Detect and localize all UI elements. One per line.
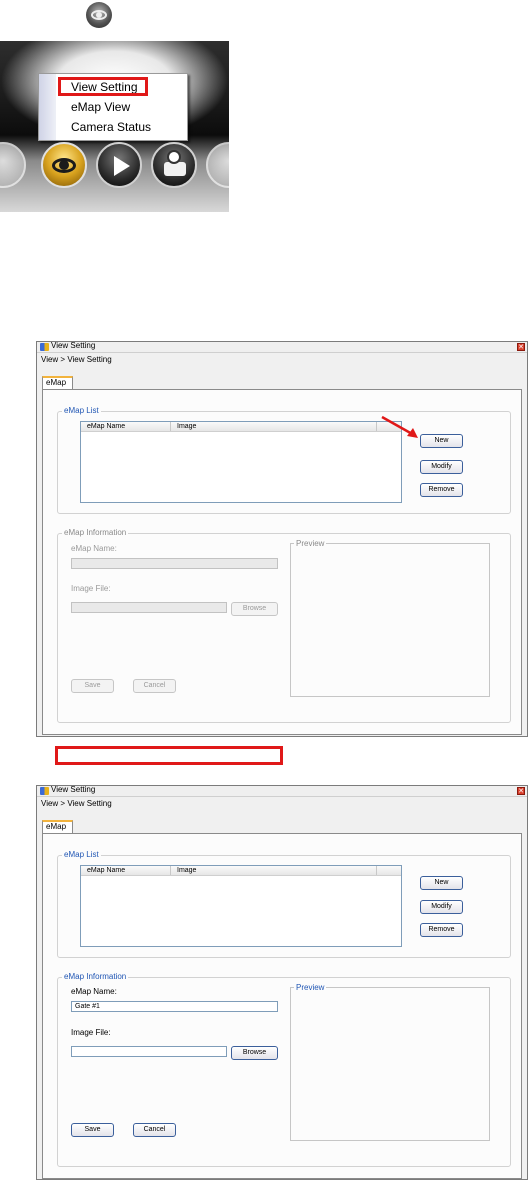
column-image[interactable]: Image <box>171 866 377 875</box>
list-header: eMap Name Image <box>81 422 401 432</box>
modify-button[interactable]: Modify <box>420 460 463 474</box>
new-button[interactable]: New <box>420 876 463 890</box>
emap-list-group: eMap List eMap Name Image New Modify Rem… <box>57 406 511 514</box>
toolbar-panel: View Setting eMap View Camera Status <box>0 41 229 212</box>
preview-box: Preview <box>290 539 490 697</box>
view-eye-icon[interactable] <box>86 2 112 28</box>
toolbar-button-right[interactable] <box>206 142 229 188</box>
tab-panel: eMap List eMap Name Image New Modify Rem… <box>42 389 522 735</box>
cancel-button[interactable]: Cancel <box>133 679 176 693</box>
titlebar: View Setting ✕ <box>37 341 527 353</box>
emap-info-legend: eMap Information <box>62 528 129 537</box>
view-setting-window-2: View Setting ✕ View > View Setting eMap … <box>36 785 528 1180</box>
tab-emap[interactable]: eMap <box>42 376 73 389</box>
column-emap-name[interactable]: eMap Name <box>81 866 171 875</box>
list-header: eMap Name Image <box>81 866 401 876</box>
red-arrow-icon <box>381 415 418 438</box>
emap-info-legend: eMap Information <box>62 972 129 981</box>
app-icon <box>40 343 49 351</box>
popup-menu: View Setting eMap View Camera Status <box>38 73 188 141</box>
image-file-label: Image File: <box>71 1028 111 1037</box>
tab-panel: eMap List eMap Name Image New Modify Rem… <box>42 833 522 1179</box>
column-image[interactable]: Image <box>171 422 377 431</box>
emap-list-view[interactable]: eMap Name Image <box>80 421 402 503</box>
image-file-field[interactable] <box>71 602 227 613</box>
preview-legend: Preview <box>294 539 327 548</box>
save-button[interactable]: Save <box>71 679 114 693</box>
eye-pupil-icon <box>59 160 69 170</box>
emap-name-label: eMap Name: <box>71 987 117 996</box>
emap-list-legend: eMap List <box>62 850 101 859</box>
close-icon[interactable]: ✕ <box>517 343 525 351</box>
menu-item-emap-view[interactable]: eMap View <box>71 100 130 114</box>
toolbar-button-left[interactable] <box>0 142 26 188</box>
titlebar: View Setting ✕ <box>37 785 527 797</box>
modify-button[interactable]: Modify <box>420 900 463 914</box>
image-file-field[interactable] <box>71 1046 227 1057</box>
window-title: View Setting <box>51 341 96 350</box>
browse-button[interactable]: Browse <box>231 1046 278 1060</box>
cancel-button[interactable]: Cancel <box>133 1123 176 1137</box>
close-icon[interactable]: ✕ <box>517 787 525 795</box>
play-icon <box>114 156 130 176</box>
map-pin-icon <box>167 150 181 164</box>
map-icon <box>164 162 186 176</box>
tab-emap[interactable]: eMap <box>42 820 73 833</box>
menu-item-camera-status[interactable]: Camera Status <box>71 120 151 134</box>
view-setting-window-1: View Setting ✕ View > View Setting eMap … <box>36 341 528 737</box>
new-button[interactable]: New <box>420 434 463 448</box>
preview-legend: Preview <box>294 983 327 992</box>
emap-list-view[interactable]: eMap Name Image <box>80 865 402 947</box>
remove-button[interactable]: Remove <box>420 483 463 497</box>
app-icon <box>40 787 49 795</box>
popup-menu-strip <box>39 74 56 140</box>
emap-name-field[interactable] <box>71 558 278 569</box>
toolbar-view-button[interactable] <box>41 142 87 188</box>
image-file-label: Image File: <box>71 584 111 593</box>
remove-button[interactable]: Remove <box>420 923 463 937</box>
browse-button[interactable]: Browse <box>231 602 278 616</box>
highlight-frame <box>55 746 283 765</box>
preview-box: Preview <box>290 983 490 1141</box>
emap-list-group: eMap List eMap Name Image New Modify Rem… <box>57 850 511 958</box>
emap-info-group: eMap Information eMap Name: Image File: … <box>57 528 511 723</box>
breadcrumb: View > View Setting <box>41 799 112 808</box>
window-title: View Setting <box>51 785 96 794</box>
toolbar-emap-button[interactable] <box>151 142 197 188</box>
emap-name-field[interactable]: Gate #1 <box>71 1001 278 1012</box>
emap-name-label: eMap Name: <box>71 544 117 553</box>
toolbar-play-button[interactable] <box>96 142 142 188</box>
breadcrumb: View > View Setting <box>41 355 112 364</box>
emap-list-legend: eMap List <box>62 406 101 415</box>
highlight-frame <box>58 77 148 96</box>
save-button[interactable]: Save <box>71 1123 114 1137</box>
eye-pupil <box>96 12 102 18</box>
column-emap-name[interactable]: eMap Name <box>81 422 171 431</box>
emap-info-group: eMap Information eMap Name: Gate #1 Imag… <box>57 972 511 1167</box>
